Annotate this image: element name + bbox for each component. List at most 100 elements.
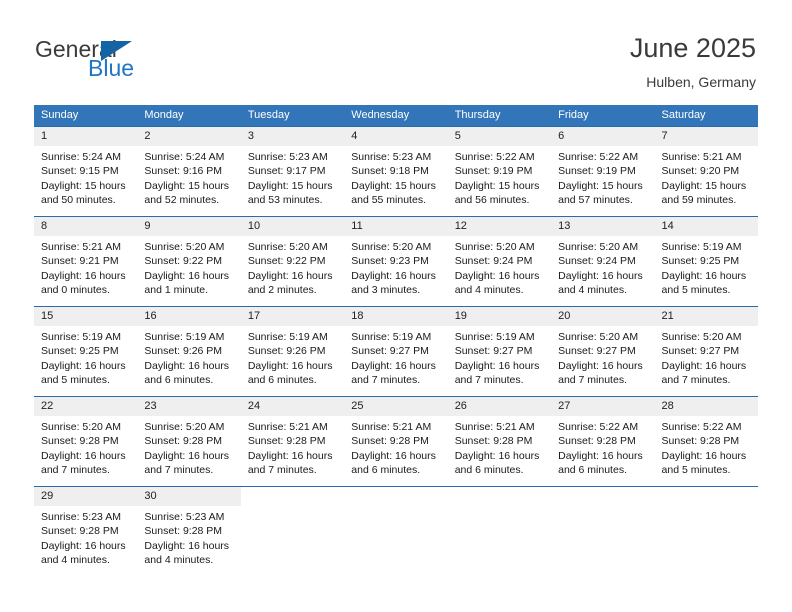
calendar-day-cell[interactable]: 5 Sunrise: 5:22 AM Sunset: 9:19 PM Daylight… <box>447 126 552 217</box>
calendar-day-cell[interactable]: 20 Sunrise: 5:20 AM Sunset: 9:27 PM Dayligh… <box>551 306 655 397</box>
sunrise-text: Sunrise: 5:24 AM <box>41 151 121 163</box>
sunrise-text: Sunrise: 5:20 AM <box>144 241 225 253</box>
calendar-day-cell[interactable]: 30 Sunrise: 5:23 AM Sunset: 9:28 PM Dayligh… <box>137 486 241 576</box>
daylight-text: Daylight: 15 hours and 52 minutes. <box>144 179 230 207</box>
sunset-text: Sunset: 9:28 PM <box>144 525 223 538</box>
sunset-text: Sunset: 9:28 PM <box>144 435 223 448</box>
daylight-text: Daylight: 16 hours and 7 minutes. <box>144 449 230 477</box>
calendar-day-cell[interactable]: 15 Sunrise: 5:19 AM Sunset: 9:25 PM Dayligh… <box>34 306 138 397</box>
sunset-text: Sunset: 9:27 PM <box>454 345 533 358</box>
calendar-day-cell[interactable]: 19 Sunrise: 5:19 AM Sunset: 9:27 PM Dayligh… <box>447 306 552 397</box>
sunset-text: Sunset: 9:28 PM <box>661 435 740 448</box>
calendar-day-cell-empty <box>344 486 448 576</box>
calendar-day-cell[interactable]: 26 Sunrise: 5:21 AM Sunset: 9:28 PM Dayligh… <box>447 396 552 487</box>
daylight-text: Daylight: 15 hours and 50 minutes. <box>41 179 126 207</box>
day-details: Sunrise: 5:19 AM Sunset: 9:26 PM Daylight:… <box>241 326 344 388</box>
daylight-text: Daylight: 16 hours and 5 minutes. <box>661 449 747 477</box>
generalblue-logo[interactable]: General Blue <box>35 36 215 86</box>
calendar-day-cell[interactable]: 18 Sunrise: 5:19 AM Sunset: 9:27 PM Dayligh… <box>344 306 448 397</box>
sunrise-text: Sunrise: 5:19 AM <box>41 331 121 343</box>
day-details: Sunrise: 5:22 AM Sunset: 9:19 PM Daylight:… <box>448 146 551 208</box>
page-header: General Blue June 2025 Hulben, Germany <box>0 0 792 98</box>
day-details: Sunrise: 5:21 AM Sunset: 9:28 PM Daylight:… <box>344 416 447 478</box>
sunrise-text: Sunrise: 5:19 AM <box>144 331 225 343</box>
calendar-day-cell[interactable]: 22 Sunrise: 5:20 AM Sunset: 9:28 PM Dayligh… <box>34 396 138 487</box>
day-details: Sunrise: 5:21 AM Sunset: 9:21 PM Daylight:… <box>34 236 137 298</box>
day-number: 1 <box>34 127 138 146</box>
sunrise-text: Sunrise: 5:21 AM <box>454 421 535 433</box>
calendar-day-cell[interactable]: 14 Sunrise: 5:19 AM Sunset: 9:25 PM Dayligh… <box>654 216 758 307</box>
calendar-day-cell[interactable]: 11 Sunrise: 5:20 AM Sunset: 9:23 PM Dayligh… <box>344 216 448 307</box>
calendar-day-cell[interactable]: 29 Sunrise: 5:23 AM Sunset: 9:28 PM Dayligh… <box>34 486 138 576</box>
calendar-day-cell-empty <box>447 486 552 576</box>
sunrise-text: Sunrise: 5:20 AM <box>247 241 328 253</box>
calendar-day-cell[interactable]: 13 Sunrise: 5:20 AM Sunset: 9:24 PM Dayligh… <box>551 216 655 307</box>
title-block: June 2025 Hulben, Germany <box>630 32 756 91</box>
calendar-day-cell[interactable]: 2 Sunrise: 5:24 AM Sunset: 9:16 PM Daylight… <box>137 126 241 217</box>
day-number: 14 <box>654 217 758 236</box>
calendar-day-cell[interactable]: 17 Sunrise: 5:19 AM Sunset: 9:26 PM Dayligh… <box>240 306 345 397</box>
calendar-table: Sunday Monday Tuesday Wednesday Thursday Frid… <box>34 105 758 576</box>
calendar-day-cell[interactable]: 9 Sunrise: 5:20 AM Sunset: 9:22 PM Daylight… <box>137 216 241 307</box>
calendar-day-cell[interactable]: 3 Sunrise: 5:23 AM Sunset: 9:17 PM Daylight… <box>240 126 345 217</box>
day-details: Sunrise: 5:20 AM Sunset: 9:24 PM Daylight:… <box>448 236 551 298</box>
calendar-week-row: 29 Sunrise: 5:23 AM Sunset: 9:28 PM Dayligh… <box>34 486 758 576</box>
day-number: 6 <box>551 127 655 146</box>
daylight-text: Daylight: 16 hours and 7 minutes. <box>454 359 540 387</box>
sunrise-text: Sunrise: 5:22 AM <box>558 151 639 163</box>
weekday-header-sunday: Sunday <box>34 105 138 127</box>
daylight-text: Daylight: 16 hours and 4 minutes. <box>144 539 230 567</box>
calendar-day-cell[interactable]: 8 Sunrise: 5:21 AM Sunset: 9:21 PM Daylight… <box>34 216 138 307</box>
day-number: 13 <box>551 217 655 236</box>
sunrise-text: Sunrise: 5:23 AM <box>41 511 121 523</box>
day-number: 20 <box>551 307 655 326</box>
sunrise-text: Sunrise: 5:19 AM <box>247 331 328 343</box>
calendar-day-cell-empty <box>240 486 345 576</box>
calendar-week-row: 8 Sunrise: 5:21 AM Sunset: 9:21 PM Daylight… <box>34 216 758 307</box>
calendar-day-cell[interactable]: 12 Sunrise: 5:20 AM Sunset: 9:24 PM Dayligh… <box>447 216 552 307</box>
day-number: 7 <box>654 127 758 146</box>
daylight-text: Daylight: 16 hours and 6 minutes. <box>454 449 540 477</box>
calendar-day-cell[interactable]: 23 Sunrise: 5:20 AM Sunset: 9:28 PM Dayligh… <box>137 396 241 487</box>
calendar-page: General Blue June 2025 Hulben, Germany S… <box>0 0 792 612</box>
sunrise-text: Sunrise: 5:20 AM <box>41 421 121 433</box>
sunrise-text: Sunrise: 5:23 AM <box>247 151 328 163</box>
calendar-day-cell[interactable]: 1 Sunrise: 5:24 AM Sunset: 9:15 PM Daylight… <box>34 126 138 217</box>
calendar-day-cell-empty <box>551 486 655 576</box>
day-number: 4 <box>344 127 448 146</box>
day-details: Sunrise: 5:20 AM Sunset: 9:24 PM Daylight:… <box>551 236 654 298</box>
sunrise-text: Sunrise: 5:19 AM <box>661 241 742 253</box>
sunset-text: Sunset: 9:20 PM <box>661 165 740 178</box>
sunrise-text: Sunrise: 5:20 AM <box>454 241 535 253</box>
calendar-day-cell[interactable]: 6 Sunrise: 5:22 AM Sunset: 9:19 PM Daylight… <box>551 126 655 217</box>
sunset-text: Sunset: 9:28 PM <box>41 525 119 538</box>
day-details: Sunrise: 5:19 AM Sunset: 9:27 PM Daylight:… <box>448 326 551 388</box>
sunset-text: Sunset: 9:16 PM <box>144 165 223 178</box>
calendar-day-cell[interactable]: 4 Sunrise: 5:23 AM Sunset: 9:18 PM Daylight… <box>344 126 448 217</box>
sunset-text: Sunset: 9:27 PM <box>661 345 740 358</box>
calendar-day-cell[interactable]: 21 Sunrise: 5:20 AM Sunset: 9:27 PM Dayligh… <box>654 306 758 397</box>
day-number: 11 <box>344 217 448 236</box>
daylight-text: Daylight: 16 hours and 4 minutes. <box>454 269 540 297</box>
calendar-day-cell[interactable]: 10 Sunrise: 5:20 AM Sunset: 9:22 PM Dayligh… <box>240 216 345 307</box>
sunrise-text: Sunrise: 5:22 AM <box>454 151 535 163</box>
sunset-text: Sunset: 9:28 PM <box>558 435 636 448</box>
sunset-text: Sunset: 9:22 PM <box>144 255 223 268</box>
calendar-day-cell[interactable]: 27 Sunrise: 5:22 AM Sunset: 9:28 PM Dayligh… <box>551 396 655 487</box>
sunset-text: Sunset: 9:17 PM <box>247 165 326 178</box>
calendar-day-cell[interactable]: 25 Sunrise: 5:21 AM Sunset: 9:28 PM Dayligh… <box>344 396 448 487</box>
logo-text-blue: Blue <box>88 55 135 81</box>
calendar-header-row: Sunday Monday Tuesday Wednesday Thursday Frid… <box>34 105 758 127</box>
calendar-day-cell[interactable]: 28 Sunrise: 5:22 AM Sunset: 9:28 PM Dayligh… <box>654 396 758 487</box>
day-details: Sunrise: 5:20 AM Sunset: 9:27 PM Daylight:… <box>551 326 654 388</box>
sunset-text: Sunset: 9:15 PM <box>41 165 119 178</box>
calendar-day-cell[interactable]: 7 Sunrise: 5:21 AM Sunset: 9:20 PM Daylight… <box>654 126 758 217</box>
calendar-day-cell[interactable]: 24 Sunrise: 5:21 AM Sunset: 9:28 PM Dayligh… <box>240 396 345 487</box>
day-details: Sunrise: 5:22 AM Sunset: 9:19 PM Daylight:… <box>551 146 654 208</box>
daylight-text: Daylight: 16 hours and 0 minutes. <box>41 269 126 297</box>
daylight-text: Daylight: 16 hours and 6 minutes. <box>247 359 333 387</box>
sunrise-text: Sunrise: 5:22 AM <box>558 421 639 433</box>
sunrise-text: Sunrise: 5:21 AM <box>247 421 328 433</box>
sunset-text: Sunset: 9:19 PM <box>454 165 533 178</box>
calendar-day-cell[interactable]: 16 Sunrise: 5:19 AM Sunset: 9:26 PM Dayligh… <box>137 306 241 397</box>
